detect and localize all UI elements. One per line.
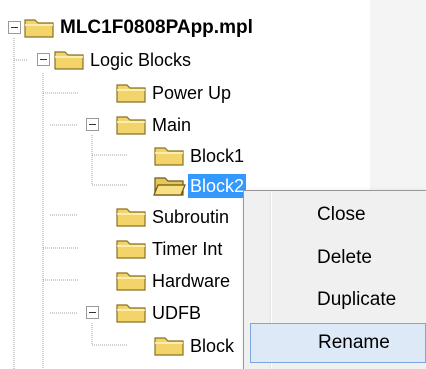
tree-node-label: Timer Int xyxy=(152,239,223,259)
tree-node-block2[interactable]: Block2 xyxy=(152,170,247,202)
tree-node-timer-interrupts[interactable]: Timer Int xyxy=(114,233,224,265)
folder-open-icon xyxy=(114,113,148,137)
tree-node-main[interactable]: Main xyxy=(114,109,193,141)
folder-icon xyxy=(52,48,86,72)
context-menu: Close Delete Duplicate Rename xyxy=(243,190,426,369)
menu-item-rename[interactable]: Rename xyxy=(250,323,426,363)
tree-node-label: Subroutin xyxy=(152,207,230,227)
tree-node-label: Power Up xyxy=(152,83,232,103)
tree-node-label: Block1 xyxy=(190,146,245,166)
collapse-toggle-udfb[interactable] xyxy=(86,306,99,319)
menu-item-delete[interactable]: Delete xyxy=(250,238,426,278)
folder-icon xyxy=(114,81,148,105)
tree-node-subroutines[interactable]: Subroutin xyxy=(114,201,231,233)
menu-item-label: Close xyxy=(317,204,366,225)
menu-item-label: Rename xyxy=(318,332,390,353)
folder-open-icon xyxy=(152,174,186,198)
tree-node-label: Main xyxy=(152,115,192,135)
collapse-toggle-logic-blocks[interactable] xyxy=(37,53,50,66)
folder-icon xyxy=(114,269,148,293)
folder-icon xyxy=(114,205,148,229)
folder-icon xyxy=(114,237,148,261)
tree-node-label: MLC1F0808PApp.mpl xyxy=(60,17,253,38)
tree-node-block1[interactable]: Block1 xyxy=(152,140,246,172)
tree-node-label: Block2 xyxy=(188,174,247,198)
menu-item-label: Duplicate xyxy=(317,289,397,310)
folder-icon xyxy=(114,301,148,325)
tree-node-udfb[interactable]: UDFB xyxy=(114,297,203,329)
tree-node-label: Block xyxy=(190,336,235,356)
tree-node-project[interactable]: MLC1F0808PApp.mpl xyxy=(22,12,255,44)
menu-item-close[interactable]: Close xyxy=(250,195,426,235)
folder-icon xyxy=(152,144,186,168)
collapse-toggle-main[interactable] xyxy=(86,118,99,131)
tree-node-logic-blocks[interactable]: Logic Blocks xyxy=(52,44,193,76)
tree-node-label: Logic Blocks xyxy=(90,50,192,70)
tree-node-udfb-block[interactable]: Block xyxy=(152,330,236,362)
menu-item-label: Delete xyxy=(317,247,372,268)
collapse-toggle-root[interactable] xyxy=(8,21,21,34)
screen: MLC1F0808PApp.mpl Logic Blocks Power Up … xyxy=(0,0,426,369)
tree-node-label: UDFB xyxy=(152,303,201,323)
tree-node-hardware[interactable]: Hardware xyxy=(114,265,232,297)
folder-icon xyxy=(152,334,186,358)
tree-node-label: Hardware xyxy=(152,271,231,291)
tree-node-power-up[interactable]: Power Up xyxy=(114,77,233,109)
menu-item-duplicate[interactable]: Duplicate xyxy=(250,280,426,320)
folder-icon xyxy=(22,16,56,40)
